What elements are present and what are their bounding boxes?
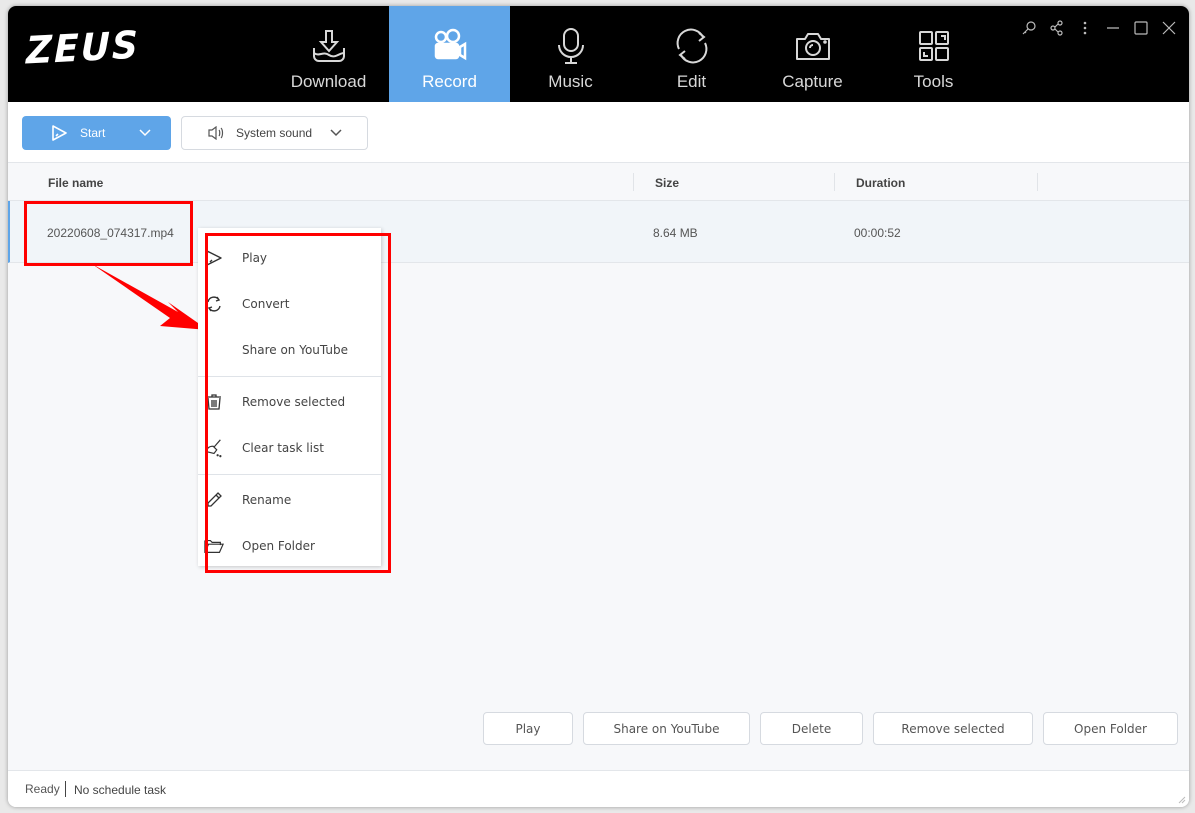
resize-grip-icon[interactable] [1176, 794, 1186, 804]
annotation-highlight-menu [205, 233, 391, 573]
refresh-icon [672, 26, 712, 66]
camera-icon [793, 26, 833, 66]
tab-label: Tools [913, 72, 954, 91]
microphone-icon [551, 26, 591, 66]
cell-duration: 00:00:52 [854, 226, 901, 240]
tab-tools[interactable]: Tools [873, 6, 994, 102]
video-camera-icon [430, 26, 470, 66]
system-sound-dropdown[interactable]: System sound [181, 116, 368, 150]
tab-capture[interactable]: Capture [752, 6, 873, 102]
key-icon[interactable] [1019, 18, 1039, 38]
app-window: ZEUS Download Record Music Edit Capture … [8, 6, 1189, 807]
start-label: Start [80, 126, 106, 140]
toolbar: Start System sound [8, 102, 1189, 163]
tab-record[interactable]: Record [389, 6, 510, 102]
top-bar: ZEUS Download Record Music Edit Capture … [8, 6, 1189, 102]
system-sound-label: System sound [236, 126, 313, 140]
start-button[interactable]: Start [22, 116, 171, 150]
grid-icon [914, 26, 954, 66]
column-divider[interactable] [1037, 173, 1038, 191]
chevron-down-icon[interactable] [139, 129, 151, 137]
status-ready: Ready [25, 782, 60, 796]
window-controls [1019, 18, 1179, 38]
column-divider[interactable] [633, 173, 634, 191]
column-header-size[interactable]: Size [655, 176, 679, 190]
table-header: File name Size Duration [8, 164, 1189, 201]
column-divider[interactable] [834, 173, 835, 191]
play-button[interactable]: Play [483, 712, 573, 745]
tab-download[interactable]: Download [268, 6, 389, 102]
tab-label: Record [422, 72, 477, 91]
tab-label: Capture [782, 72, 843, 91]
share-icon[interactable] [1047, 18, 1067, 38]
app-logo: ZEUS [26, 23, 140, 74]
annotation-arrow [92, 264, 208, 330]
status-divider [65, 781, 66, 797]
share-youtube-button[interactable]: Share on YouTube [583, 712, 750, 745]
cell-size: 8.64 MB [653, 226, 698, 240]
maximize-icon[interactable] [1131, 18, 1151, 38]
tab-music[interactable]: Music [510, 6, 631, 102]
minimize-icon[interactable] [1103, 18, 1123, 38]
status-bar: Ready No schedule task [8, 770, 1189, 807]
tab-label: Edit [676, 72, 707, 91]
status-schedule: No schedule task [74, 783, 167, 797]
download-icon [309, 26, 349, 66]
delete-button[interactable]: Delete [760, 712, 863, 745]
column-header-duration[interactable]: Duration [856, 176, 905, 190]
play-icon [52, 125, 67, 141]
speaker-icon [208, 126, 224, 140]
main-nav: Download Record Music Edit Capture Tools [268, 6, 994, 102]
tab-label: Music [548, 72, 593, 91]
remove-selected-button[interactable]: Remove selected [873, 712, 1033, 745]
chevron-down-icon [330, 129, 342, 137]
tab-label: Download [290, 72, 367, 91]
annotation-highlight-file [24, 201, 193, 266]
open-folder-button[interactable]: Open Folder [1043, 712, 1178, 745]
close-icon[interactable] [1159, 18, 1179, 38]
tab-edit[interactable]: Edit [631, 6, 752, 102]
more-icon[interactable] [1075, 18, 1095, 38]
column-header-file-name[interactable]: File name [48, 176, 103, 190]
